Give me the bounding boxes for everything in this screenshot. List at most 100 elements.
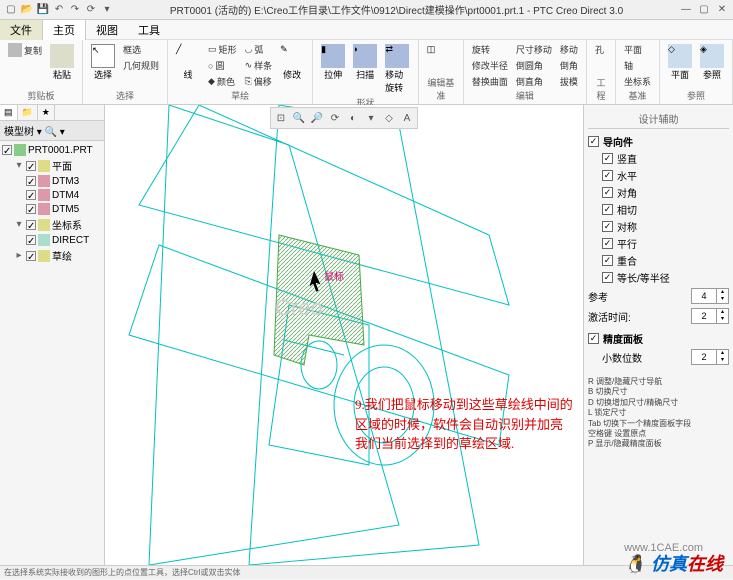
zoomout-icon[interactable]: 🔎: [309, 110, 325, 126]
tree-tab-model[interactable]: ▤: [0, 105, 18, 120]
copy-button[interactable]: 复制: [6, 42, 44, 58]
save-icon[interactable]: 💾: [36, 3, 50, 17]
rect-button[interactable]: ▭ 矩形: [206, 42, 239, 57]
round-button[interactable]: 倒圆角: [514, 58, 554, 73]
regen-icon[interactable]: ⟳: [84, 3, 98, 17]
dispstyle-icon[interactable]: ◐: [345, 110, 361, 126]
tab-home[interactable]: 主页: [42, 19, 86, 40]
windows-icon[interactable]: ▾: [100, 3, 114, 17]
new-icon[interactable]: ▢: [4, 3, 18, 17]
copy-icon: [8, 43, 22, 57]
redo-icon[interactable]: ↷: [68, 3, 82, 17]
check-precision[interactable]: ✓精度面板: [588, 330, 729, 347]
csys-button[interactable]: 坐标系: [622, 74, 653, 89]
geomrule-button[interactable]: 几何规则: [121, 58, 161, 73]
design-assist-panel: 设计辅助 ✓导向件 ✓竖直 ✓水平 ✓对角 ✓相切 ✓对称 ✓平行 ✓重合 ✓等…: [583, 105, 733, 565]
extrude-button[interactable]: ▮拉伸: [319, 42, 347, 83]
model-tree-panel: ▤ 📁 ★ 模型树 ▾ 🔍 ▾ ✓PRT0001.PRT ▾✓平面 ✓DTM3 …: [0, 105, 105, 565]
check-horizontal[interactable]: ✓水平: [602, 167, 729, 184]
tree-csys[interactable]: ▾✓坐标系: [2, 216, 102, 233]
line-icon: ╱: [176, 44, 200, 68]
check-vertical[interactable]: ✓竖直: [602, 150, 729, 167]
undo-icon[interactable]: ↶: [52, 3, 66, 17]
tree-tab-fav[interactable]: ★: [38, 105, 55, 120]
refit-icon[interactable]: ⊡: [273, 110, 289, 126]
group-select: 选择: [89, 89, 161, 102]
group-clipboard: 剪贴板: [6, 89, 76, 102]
move-button[interactable]: 移动: [558, 42, 580, 57]
tab-view[interactable]: 视图: [86, 20, 128, 40]
right-title: 设计辅助: [588, 109, 729, 129]
moverotate-button[interactable]: ⇄移动旋转: [383, 42, 412, 96]
group-edit: 编辑: [470, 89, 580, 102]
ref-icon: ◈: [700, 44, 724, 68]
window-title: PRT0001 (活动的) E:\Creo工作目录\工作文件\0912\Dire…: [114, 2, 679, 17]
circle-button[interactable]: ○ 圆: [206, 58, 239, 73]
editdatum-button[interactable]: ◫: [425, 42, 453, 70]
check-tangent[interactable]: ✓相切: [602, 201, 729, 218]
tab-file[interactable]: 文件: [0, 20, 42, 40]
check-parallel[interactable]: ✓平行: [602, 235, 729, 252]
check-equal[interactable]: ✓等长/等半径: [602, 269, 729, 286]
datum-disp-icon[interactable]: ◇: [381, 110, 397, 126]
check-guide[interactable]: ✓导向件: [588, 133, 729, 150]
move-rotate-icon: ⇄: [385, 44, 409, 68]
tree-planes[interactable]: ▾✓平面: [2, 157, 102, 174]
plane-button[interactable]: 平面: [622, 42, 653, 57]
paste-button[interactable]: 粘贴: [48, 42, 76, 83]
analyze-button[interactable]: 倒直角: [514, 74, 554, 89]
tree-direct[interactable]: ✓DIRECT: [2, 233, 102, 247]
boxselect-button[interactable]: 框选: [121, 42, 161, 57]
tree-dtm4[interactable]: ✓DTM4: [2, 188, 102, 202]
tree-sketch[interactable]: ▸✓草绘: [2, 247, 102, 264]
sweep-button[interactable]: ◗扫描: [351, 42, 379, 83]
cursor-icon: ↖: [91, 44, 115, 68]
zoomin-icon[interactable]: 🔍: [291, 110, 307, 126]
editdatum-icon: ◫: [427, 44, 451, 68]
group-ref: 参照: [666, 89, 726, 102]
footer-logo: 🐧 仿真在线: [624, 550, 723, 576]
modify-button[interactable]: ✎修改: [278, 42, 306, 83]
close-icon[interactable]: ✕: [715, 3, 729, 17]
tree-dtm5[interactable]: ✓DTM5: [2, 202, 102, 216]
group-sketch: 草绘: [174, 89, 306, 102]
line-button[interactable]: ╱线: [174, 42, 202, 83]
check-symmetric[interactable]: ✓对称: [602, 218, 729, 235]
extrude-icon: ▮: [321, 44, 345, 68]
spline-button[interactable]: ∿ 样条: [243, 58, 275, 73]
tree-title: 模型树 ▾ 🔍 ▾: [0, 121, 104, 141]
annot-disp-icon[interactable]: A: [399, 110, 415, 126]
tree-dtm3[interactable]: ✓DTM3: [2, 174, 102, 188]
annotation-text: 9.我们把鼠标移动到这些草绘线中间的区域的时候，软件会自动识别并加亮我们当前选择…: [355, 395, 575, 454]
group-project: 工程: [593, 76, 609, 102]
ref-button[interactable]: ◈参照: [698, 42, 726, 83]
tree-tab-folder[interactable]: 📁: [18, 105, 38, 120]
replace-button[interactable]: 替换曲面: [470, 74, 510, 89]
axis-button[interactable]: 轴: [622, 58, 653, 73]
select-button[interactable]: ↖选择: [89, 42, 117, 83]
check-coincident[interactable]: ✓重合: [602, 252, 729, 269]
hole-button[interactable]: 孔: [593, 42, 606, 57]
offset-button[interactable]: ⎘ 偏移: [243, 74, 275, 89]
chamfer-button[interactable]: 倒角: [558, 58, 580, 73]
arc-button[interactable]: ◡ 弧: [243, 42, 275, 57]
savedview-icon[interactable]: ▾: [363, 110, 379, 126]
tab-tools[interactable]: 工具: [128, 20, 170, 40]
rotate-button[interactable]: 旋转: [470, 42, 510, 57]
minimize-icon[interactable]: —: [679, 3, 693, 17]
3d-viewport[interactable]: ⊡ 🔍 🔎 ⟳ ◐ ▾ ◇ A: [105, 105, 583, 565]
editrad-button[interactable]: 修改半径: [470, 58, 510, 73]
maximize-icon[interactable]: ▢: [697, 3, 711, 17]
refplane-button[interactable]: ◇平面: [666, 42, 694, 83]
mirror-button[interactable]: 拔模: [558, 74, 580, 89]
open-icon[interactable]: 📂: [20, 3, 34, 17]
group-editsup: 编辑基准: [425, 76, 457, 102]
repaint-icon[interactable]: ⟳: [327, 110, 343, 126]
color-button[interactable]: ◆ 颜色: [206, 74, 239, 89]
dimmove-button[interactable]: 尺寸移动: [514, 42, 554, 57]
tree-root[interactable]: ✓PRT0001.PRT: [2, 143, 102, 157]
check-diagonal[interactable]: ✓对角: [602, 184, 729, 201]
activate-spinner[interactable]: ▴▾: [691, 308, 729, 324]
decimals-spinner[interactable]: ▴▾: [691, 349, 729, 365]
ref-spinner[interactable]: ▴▾: [691, 288, 729, 304]
